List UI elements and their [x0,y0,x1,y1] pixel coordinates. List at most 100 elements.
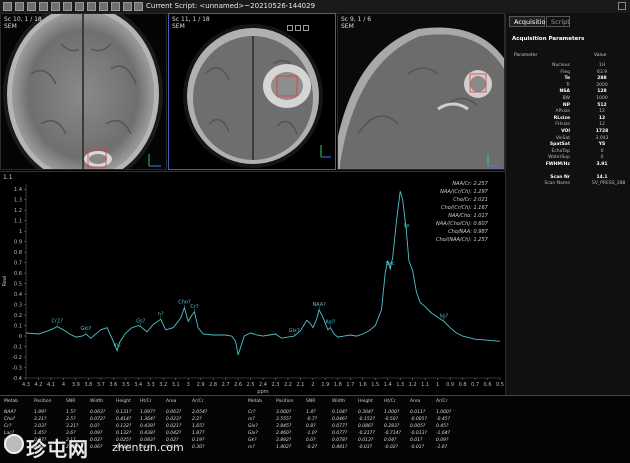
y-tick-label: 0.6 [14,271,22,277]
table-cell: 0.04? [384,438,397,443]
spectrum-plot[interactable]: 1.4 1.3 1.2 1.1 1 0.9 0.8 0.7 0.6 0.5 0.4 0.3 0.2 0.1… [0,172,505,396]
x-tick-label: 1.1 [421,382,429,388]
parameter-value: 12 [599,109,605,115]
table-cell: m? [248,445,255,450]
parameter-value: 288 [597,76,607,82]
ratio-item: Cho/NAA: 0.987 [448,229,488,235]
table-header: Ar/Cr [436,399,448,404]
table-cell: 0.104? [332,410,348,415]
roi-icon[interactable] [87,2,96,11]
ratio-item: Cho/Cr: 2.021 [453,197,488,203]
close-icon[interactable] [618,2,626,10]
window-level-icon[interactable] [51,2,60,11]
parameter-row: EchoTop 0 [506,149,626,155]
x-tick-label: 0.5 [496,382,504,388]
table-cell: 0.304? [358,410,374,415]
table-cell: Cr? [248,410,256,415]
y-tick-label: -0.4 [12,376,22,382]
x-tick-label: 2.3 [271,382,279,388]
table-cell: 0.086? [358,424,374,429]
parameter-name: FWHM/Hz [545,162,570,167]
table-cell: 3.000? [276,410,292,415]
x-tick-label: 1.7 [346,382,354,388]
viewport-series-label: Sc 11, 1 / 18 [172,16,210,23]
table-cell: Glx? [248,431,258,436]
viewport-sub-label: SEM [341,23,354,30]
export-icon[interactable] [111,2,120,11]
x-tick-label: 1.3 [396,382,404,388]
print-icon[interactable] [123,2,132,11]
layout-icon[interactable] [15,2,24,11]
table-header: Area [410,399,421,404]
viewport-coronal[interactable]: Sc 11, 1 / 18 SEM [168,13,336,170]
axial-mri-image [3,14,163,169]
table-cell: 0.01? [410,438,423,443]
ratio-item: NAA/(Cho/Ch): 0.607 [436,221,488,227]
grid-icon[interactable] [3,2,12,11]
table-cell: 0.0? [306,438,316,443]
table-cell: 0.013? [358,438,374,443]
y-tick-label: 0.4 [14,292,22,298]
y-tick-label: 0 [19,334,22,340]
y-tick-label: 1.1 [14,219,22,225]
parameter-name: Te [564,76,570,82]
y-tick-label: -0.3 [12,365,22,371]
watermark-logo-icon [4,434,24,454]
parameter-row: Tr 2000 [506,83,626,89]
zoom-icon[interactable] [39,2,48,11]
parameter-value: 0 [600,148,604,154]
table-header: Metab [248,399,263,404]
parameter-name: VoiSat [555,135,570,141]
table-cell: -0.45? [436,417,451,422]
metabolite-ratios: NAA/Cr: 2.257 NAA/(Cr/Ch): 1.297 Cho/Cr: 2… [436,180,488,244]
pan-icon[interactable] [63,2,72,11]
table-cell: -1.64? [436,431,451,436]
peak-label: lip [403,223,409,229]
spectrum-icon[interactable] [99,2,108,11]
tab-script[interactable]: Script [546,16,570,27]
tab-acquisition[interactable]: Acquisition [509,16,550,27]
table-header: Ht/Cr [140,399,152,404]
pan-tool-icon[interactable] [295,25,301,31]
zoom-tool-icon[interactable] [287,25,293,31]
x-tick-label: 3.3 [147,382,155,388]
table-cell: 0.072? [90,417,106,422]
table-cell: -0.50? [384,417,399,422]
y-axis-label: Real [2,276,8,287]
table-cell: 0.063? [90,410,106,415]
ratio-item: NAA/(Cr/Ch): 1.297 [440,189,488,195]
table-cell: 0.046? [332,417,348,422]
x-tick-label: 2.6 [234,382,242,388]
acquisition-panel: Acquisition Script Acquisition Parameter… [505,13,630,395]
table-cell: -0.01? [410,445,425,450]
peak-label: Glx? [289,328,300,334]
script-icon[interactable] [134,2,143,11]
spectrum-view[interactable]: 1.1 1.4 1.3 1.2 1.1 1 0.9 0.8 0.7 0.6 0.5 0.4 0.3 0.… [0,171,505,395]
table-cell: 2.054? [192,410,208,415]
measure-icon[interactable] [75,2,84,11]
x-tick-label: 1.4 [384,382,392,388]
table-cell: 1.402? [276,445,292,450]
table-cell: 0.011? [410,410,426,415]
x-tick-label: 3.7 [97,382,105,388]
table-cell: 1.4? [306,410,316,415]
table-header: Area [166,399,177,404]
viewport-axial[interactable]: Sc 10, 1 / 18 SEM [0,13,167,170]
table-cell: -0.013? [410,431,427,436]
table-header: Ht/Cr [384,399,396,404]
y-tick-label: 0.2 [14,313,22,319]
peak-label: Gkl? [80,326,91,332]
viewport-sagittal[interactable]: Sc 9, 1 / 6 SEM [337,13,505,170]
parameter-name: Scan Name [544,181,570,187]
parameter-value: 1728 [595,129,609,134]
y-tick-label: 1 [19,229,22,235]
x-tick-label: 2.8 [209,382,217,388]
table-cell: -0.217? [358,431,375,436]
y-tick-label: 0.8 [14,250,22,256]
reset-tool-icon[interactable] [303,25,309,31]
parameter-name: APsize [555,109,570,115]
x-tick-label: 2 [311,382,314,388]
watermark-url: zhentun.com [112,441,184,454]
layers-icon[interactable] [27,2,36,11]
x-tick-label: 3.8 [84,382,92,388]
